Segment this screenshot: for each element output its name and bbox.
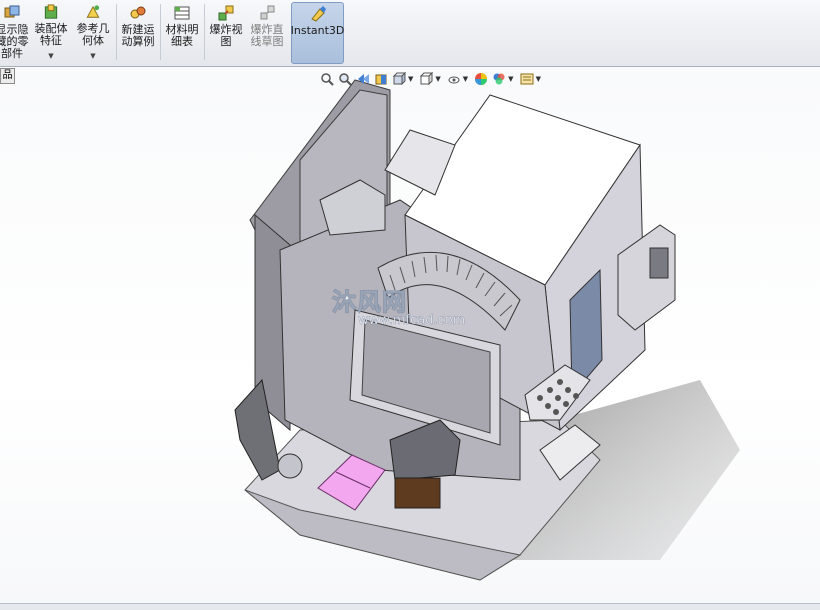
- reference-geometry-label: 参考几 何体: [76, 22, 110, 47]
- chevron-down-icon[interactable]: ▼: [48, 50, 53, 62]
- instant3d-icon: [310, 6, 326, 22]
- zoom-area-icon[interactable]: [338, 72, 352, 86]
- display-style-icon[interactable]: [419, 72, 434, 86]
- hide-show-items-icon[interactable]: [447, 72, 461, 86]
- assembly-features-icon: [44, 4, 58, 19]
- chevron-down-icon[interactable]: ▼: [508, 75, 513, 83]
- explode-line-sketch-icon: [260, 5, 275, 20]
- new-motion-study-label: 新建运 动算例: [121, 23, 155, 48]
- chevron-down-icon[interactable]: ▼: [536, 75, 541, 83]
- bill-of-materials-icon: [174, 6, 190, 20]
- chevron-down-icon[interactable]: ▼: [408, 75, 413, 83]
- view-settings-icon[interactable]: [520, 72, 534, 86]
- toolbar-separator: [204, 4, 205, 60]
- previous-view-icon[interactable]: [356, 72, 370, 86]
- toolbar-separator: [160, 4, 161, 60]
- exploded-view-icon: [218, 5, 234, 21]
- explode-line-sketch-label: 爆炸直 线草图: [250, 23, 284, 48]
- heads-up-view-toolbar: ▼ ▼ ▼ ▼ ▼: [320, 70, 543, 88]
- control-panel-screen: [649, 247, 669, 279]
- show-hidden-components-button[interactable]: 显示隐 藏的零 部件: [0, 2, 32, 62]
- assembly-features-button[interactable]: 装配体 特征 ▼: [33, 2, 69, 62]
- view-orientation-icon[interactable]: [392, 72, 406, 86]
- toolbar-separator: [116, 4, 117, 60]
- bill-of-materials-label: 材料明 细表: [165, 23, 199, 48]
- show-hide-components-icon: [4, 5, 20, 18]
- zoom-to-fit-icon[interactable]: [320, 72, 334, 86]
- reference-geometry-icon: [86, 5, 100, 18]
- instant3d-label: Instant3D: [290, 24, 345, 37]
- exploded-view-button[interactable]: 爆炸视 图: [206, 2, 246, 62]
- section-view-icon[interactable]: [374, 72, 388, 86]
- watermark-text-cn: 沐风网: [331, 288, 407, 317]
- command-manager-ribbon: 显示隐 藏的零 部件 装配体 特征 ▼ 参考几 何体 ▼ 新建运 动算例 材料明…: [0, 0, 820, 67]
- reference-geometry-button[interactable]: 参考几 何体 ▼: [73, 2, 113, 62]
- machine-model[interactable]: [0, 67, 820, 603]
- explode-line-sketch-button[interactable]: 爆炸直 线草图: [247, 2, 287, 62]
- chevron-down-icon[interactable]: ▼: [463, 75, 468, 83]
- site-watermark: 沐风网 www.mfcad.com: [331, 282, 466, 329]
- new-motion-study-button[interactable]: 新建运 动算例: [118, 2, 158, 62]
- instant3d-button[interactable]: Instant3D: [291, 2, 344, 64]
- show-hidden-components-label: 显示隐 藏的零 部件: [0, 23, 29, 60]
- feature-tree-tab[interactable]: 品: [0, 68, 15, 84]
- apply-scene-icon[interactable]: [492, 72, 506, 86]
- watermark-text-en: www.mfcad.com: [358, 313, 466, 329]
- bill-of-materials-button[interactable]: 材料明 细表: [162, 2, 202, 62]
- new-motion-study-icon: [130, 6, 146, 19]
- chevron-down-icon[interactable]: ▼: [435, 75, 440, 83]
- edit-appearance-icon[interactable]: [474, 72, 488, 86]
- coolant-pump: [277, 453, 303, 479]
- motor-base: [394, 477, 441, 509]
- chevron-down-icon[interactable]: ▼: [90, 50, 95, 62]
- assembly-features-label: 装配体 特征: [34, 22, 68, 47]
- exploded-view-label: 爆炸视 图: [209, 23, 243, 48]
- graphics-area[interactable]: ▼ ▼ ▼ ▼ ▼ 沐风网 www.mfcad.com: [0, 67, 820, 603]
